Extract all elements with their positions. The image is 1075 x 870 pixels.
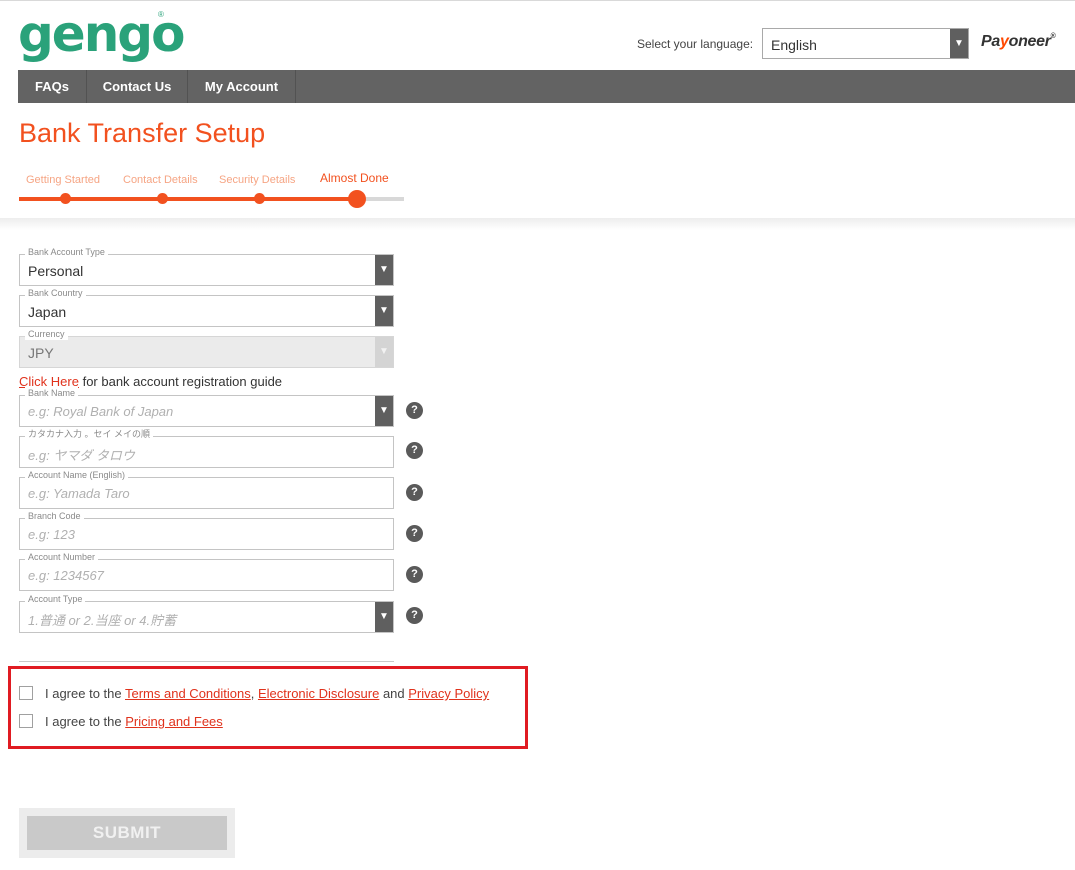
chevron-down-icon: ▼: [375, 396, 393, 426]
field-label: カタカナ入力 。セイ メイの順: [25, 428, 154, 440]
language-select[interactable]: English ▼: [762, 28, 969, 59]
page-title: Bank Transfer Setup: [19, 118, 266, 148]
field-label: Account Number: [25, 551, 99, 563]
field-placeholder: e.g: 1234567: [28, 568, 104, 583]
pricing-checkbox[interactable]: [19, 714, 33, 728]
step-dot: [60, 193, 71, 204]
agreements-highlight-box: [8, 666, 528, 749]
field-placeholder: 1.普通 or 2.当座 or 4.貯蓄: [28, 613, 177, 628]
language-value: English: [771, 37, 817, 53]
language-label: Select your language:: [637, 37, 754, 51]
submit-button[interactable]: SUBMIT: [27, 816, 227, 850]
field-label: Bank Name: [25, 387, 79, 399]
chevron-down-icon: ▼: [375, 602, 393, 632]
terms-checkbox[interactable]: [19, 686, 33, 700]
privacy-policy-link[interactable]: Privacy Policy: [408, 686, 489, 701]
help-icon[interactable]: ?: [406, 402, 423, 419]
bank-name-select[interactable]: Bank Name e.g: Royal Bank of Japan ▼: [19, 387, 394, 427]
chevron-down-icon: ▼: [375, 296, 393, 326]
kana-name-input[interactable]: カタカナ入力 。セイ メイの順 e.g: ヤマダ タロウ: [19, 428, 394, 468]
current-step-dot: [348, 190, 366, 208]
payoneer-logo: Payoneer®: [981, 33, 1056, 50]
chevron-down-icon: ▼: [375, 337, 393, 367]
field-value: Personal: [28, 263, 84, 279]
field-placeholder: e.g: ヤマダ タロウ: [28, 448, 135, 463]
chevron-down-icon: ▼: [950, 29, 968, 58]
help-icon[interactable]: ?: [406, 566, 423, 583]
step-dot: [254, 193, 265, 204]
field-value: Japan: [28, 304, 67, 320]
step-dot: [157, 193, 168, 204]
step-getting-started: Getting Started: [26, 174, 100, 186]
account-type-select[interactable]: Account Type 1.普通 or 2.当座 or 4.貯蓄 ▼: [19, 593, 394, 633]
account-name-english-input[interactable]: Account Name (English) e.g: Yamada Taro: [19, 469, 394, 509]
nav-faqs[interactable]: FAQs: [18, 70, 87, 103]
field-placeholder: e.g: Yamada Taro: [28, 486, 130, 501]
step-contact-details: Contact Details: [123, 174, 198, 186]
submit-container: SUBMIT: [19, 808, 235, 858]
logo-registered-mark: ®: [158, 10, 164, 19]
form-divider: [19, 661, 394, 662]
help-icon[interactable]: ?: [406, 607, 423, 624]
currency-select: Currency JPY ▼: [19, 328, 394, 368]
field-placeholder: e.g: 123: [28, 527, 75, 542]
main-navbar: FAQs Contact Us My Account: [18, 70, 1075, 103]
section-divider-shadow: [0, 218, 1075, 230]
help-icon[interactable]: ?: [406, 484, 423, 501]
bank-account-type-select[interactable]: Bank Account Type Personal ▼: [19, 246, 394, 286]
step-security-details: Security Details: [219, 174, 296, 186]
help-icon[interactable]: ?: [406, 525, 423, 542]
nav-contact-us[interactable]: Contact Us: [87, 70, 188, 103]
help-icon[interactable]: ?: [406, 442, 423, 459]
step-almost-done: Almost Done: [320, 171, 389, 185]
branch-code-input[interactable]: Branch Code e.g: 123: [19, 510, 394, 550]
field-value: JPY: [28, 345, 54, 361]
field-label: Account Type: [25, 593, 86, 605]
field-label: Bank Account Type: [25, 246, 108, 258]
terms-agreement-text: I agree to the Terms and Conditions, Ele…: [45, 686, 490, 701]
field-placeholder: e.g: Royal Bank of Japan: [28, 404, 174, 419]
pricing-agreement-text: I agree to the Pricing and Fees: [45, 714, 223, 729]
pricing-and-fees-link[interactable]: Pricing and Fees: [125, 714, 223, 729]
field-label: Bank Country: [25, 287, 86, 299]
account-number-input[interactable]: Account Number e.g: 1234567: [19, 551, 394, 591]
chevron-down-icon: ▼: [375, 255, 393, 285]
field-label: Account Name (English): [25, 469, 129, 481]
field-label: Currency: [25, 328, 68, 340]
terms-and-conditions-link[interactable]: Terms and Conditions: [125, 686, 251, 701]
bank-country-select[interactable]: Bank Country Japan ▼: [19, 287, 394, 327]
electronic-disclosure-link[interactable]: Electronic Disclosure: [258, 686, 379, 701]
field-label: Branch Code: [25, 510, 84, 522]
top-rule: [0, 0, 1075, 1]
nav-my-account[interactable]: My Account: [188, 70, 296, 103]
